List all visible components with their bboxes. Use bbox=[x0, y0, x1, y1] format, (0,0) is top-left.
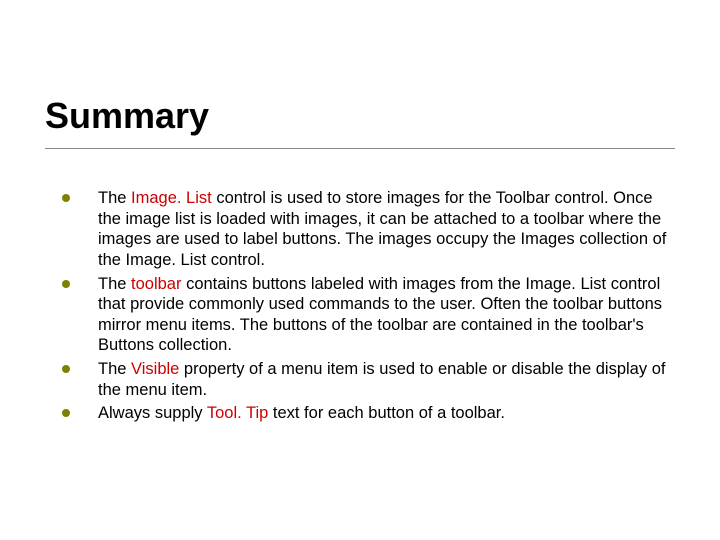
bullet-text-highlight: Image. List bbox=[131, 189, 212, 207]
bullet-text-post: property of a menu item is used to enabl… bbox=[98, 360, 665, 399]
bullet-text-post: contains buttons labeled with images fro… bbox=[98, 275, 662, 355]
title-underline bbox=[45, 148, 675, 149]
bullet-text-highlight: Visible bbox=[131, 360, 179, 378]
bullet-text-highlight: Tool. Tip bbox=[207, 404, 268, 422]
bullet-text-highlight: toolbar bbox=[131, 275, 181, 293]
bullet-text-post: text for each button of a toolbar. bbox=[268, 404, 505, 422]
bullet-icon bbox=[62, 194, 70, 202]
bullet-text-pre: The bbox=[98, 189, 131, 207]
bullet-text-pre: Always supply bbox=[98, 404, 207, 422]
list-item: Always supply Tool. Tip text for each bu… bbox=[62, 403, 670, 424]
page-title: Summary bbox=[45, 95, 209, 137]
bullet-icon bbox=[62, 280, 70, 288]
list-item: The Image. List control is used to store… bbox=[62, 188, 670, 271]
bullet-list: The Image. List control is used to store… bbox=[62, 188, 670, 427]
bullet-icon bbox=[62, 409, 70, 417]
bullet-text-pre: The bbox=[98, 275, 131, 293]
list-item: The Visible property of a menu item is u… bbox=[62, 359, 670, 400]
list-item: The toolbar contains buttons labeled wit… bbox=[62, 274, 670, 357]
bullet-text-pre: The bbox=[98, 360, 131, 378]
bullet-icon bbox=[62, 365, 70, 373]
